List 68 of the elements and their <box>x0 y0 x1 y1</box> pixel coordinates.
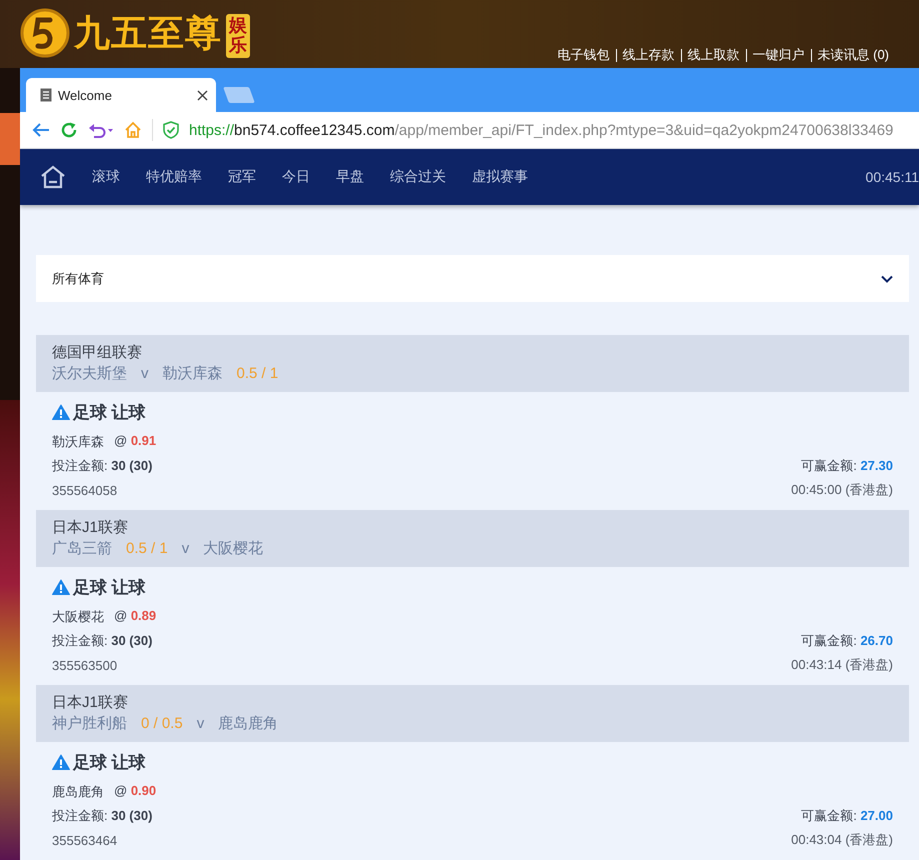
url-text[interactable]: https://bn574.coffee12345.com/app/member_api/FT_index.php?mtype=3&uid=qa2yokpm24700638l33469 <box>189 122 894 138</box>
warning-icon <box>52 754 70 770</box>
ticket-number: 355563500 <box>52 658 118 672</box>
odds-text: @ 0.91 <box>114 433 156 450</box>
nav-link[interactable]: 早盘 <box>323 168 377 186</box>
pick-name: 鹿岛鹿角 <box>52 783 104 801</box>
versus-label: v <box>196 714 204 734</box>
sport-dropdown[interactable]: 所有体育 <box>36 255 909 302</box>
versus-label: v <box>141 364 148 384</box>
handicap-value: 0.5 / 1 <box>236 364 278 384</box>
versus-label: v <box>182 539 190 559</box>
team-name: 勒沃库森 <box>162 364 222 384</box>
payout-text: 可赢金额: 27.00 <box>801 807 893 825</box>
document-icon <box>40 88 52 102</box>
header-link[interactable]: 未读讯息 (0) <box>818 46 889 64</box>
team-name: 沃尔夫斯堡 <box>52 364 127 384</box>
header-link[interactable]: 一键归户 <box>752 46 804 64</box>
league-name: 日本J1联赛 <box>52 518 129 538</box>
pick-name: 大阪樱花 <box>52 608 104 626</box>
team-name: 鹿岛鹿角 <box>218 714 278 734</box>
shield-icon <box>163 121 179 139</box>
payout-text: 可赢金额: 27.30 <box>801 457 893 475</box>
ticket-number: 355564058 <box>52 482 118 498</box>
logo-badge: 娱乐 <box>226 14 250 58</box>
league-name: 日本J1联赛 <box>52 693 129 713</box>
clock-text: 00:45:11 <box>866 169 919 185</box>
home-icon[interactable] <box>40 165 66 189</box>
logo-icon <box>20 8 70 58</box>
handicap-value: 0.5 / 1 <box>126 539 168 559</box>
stake-text: 投注金额: 30 (30) <box>52 632 152 650</box>
odds-text: @ 0.90 <box>114 783 156 800</box>
odds-text: @ 0.89 <box>114 608 156 625</box>
nav-link[interactable]: 滚球 <box>79 168 133 186</box>
pick-name: 勒沃库森 <box>52 433 104 451</box>
close-icon[interactable] <box>197 90 208 100</box>
header-link[interactable]: 线上取款 <box>688 46 740 64</box>
handicap-value: 0 / 0.5 <box>141 714 183 734</box>
undo-icon[interactable] <box>88 122 114 138</box>
bet-time: 00:43:04 (香港盘) <box>791 831 893 849</box>
nav-link[interactable]: 特优赔率 <box>133 168 215 186</box>
league-name: 德国甲组联赛 <box>52 343 143 363</box>
banner-strip <box>0 113 20 165</box>
warning-icon <box>52 404 70 420</box>
header-link[interactable]: 电子钱包 <box>558 46 610 64</box>
back-icon[interactable] <box>32 122 50 138</box>
bet-time: 00:45:00 (香港盘) <box>791 481 893 499</box>
nav-link[interactable]: 冠军 <box>215 168 269 186</box>
market-title: 足球 让球 <box>73 752 146 774</box>
nav-link[interactable]: 今日 <box>269 168 323 186</box>
team-name: 大阪樱花 <box>203 539 264 559</box>
logo-text: 九五至尊 <box>74 10 222 56</box>
team-name: 神户胜利船 <box>52 714 127 734</box>
new-tab-button[interactable] <box>223 87 255 103</box>
stake-text: 投注金额: 30 (30) <box>52 457 152 475</box>
market-title: 足球 让球 <box>73 402 146 424</box>
payout-text: 可赢金额: 26.70 <box>801 632 893 650</box>
browser-tab[interactable]: Welcome <box>26 78 216 112</box>
nav-link[interactable]: 虚拟赛事 <box>459 168 541 186</box>
warning-icon <box>52 579 70 595</box>
market-title: 足球 让球 <box>73 576 146 598</box>
bet-time: 00:43:14 (香港盘) <box>791 656 893 674</box>
chevron-down-icon <box>881 274 893 282</box>
nav-link[interactable]: 综合过关 <box>377 168 459 186</box>
ticket-number: 355563464 <box>52 832 118 848</box>
team-name: 广岛三箭 <box>52 539 112 559</box>
reload-icon[interactable] <box>60 121 78 139</box>
stake-text: 投注金额: 30 (30) <box>52 807 152 825</box>
header-link[interactable]: 线上存款 <box>622 46 674 64</box>
